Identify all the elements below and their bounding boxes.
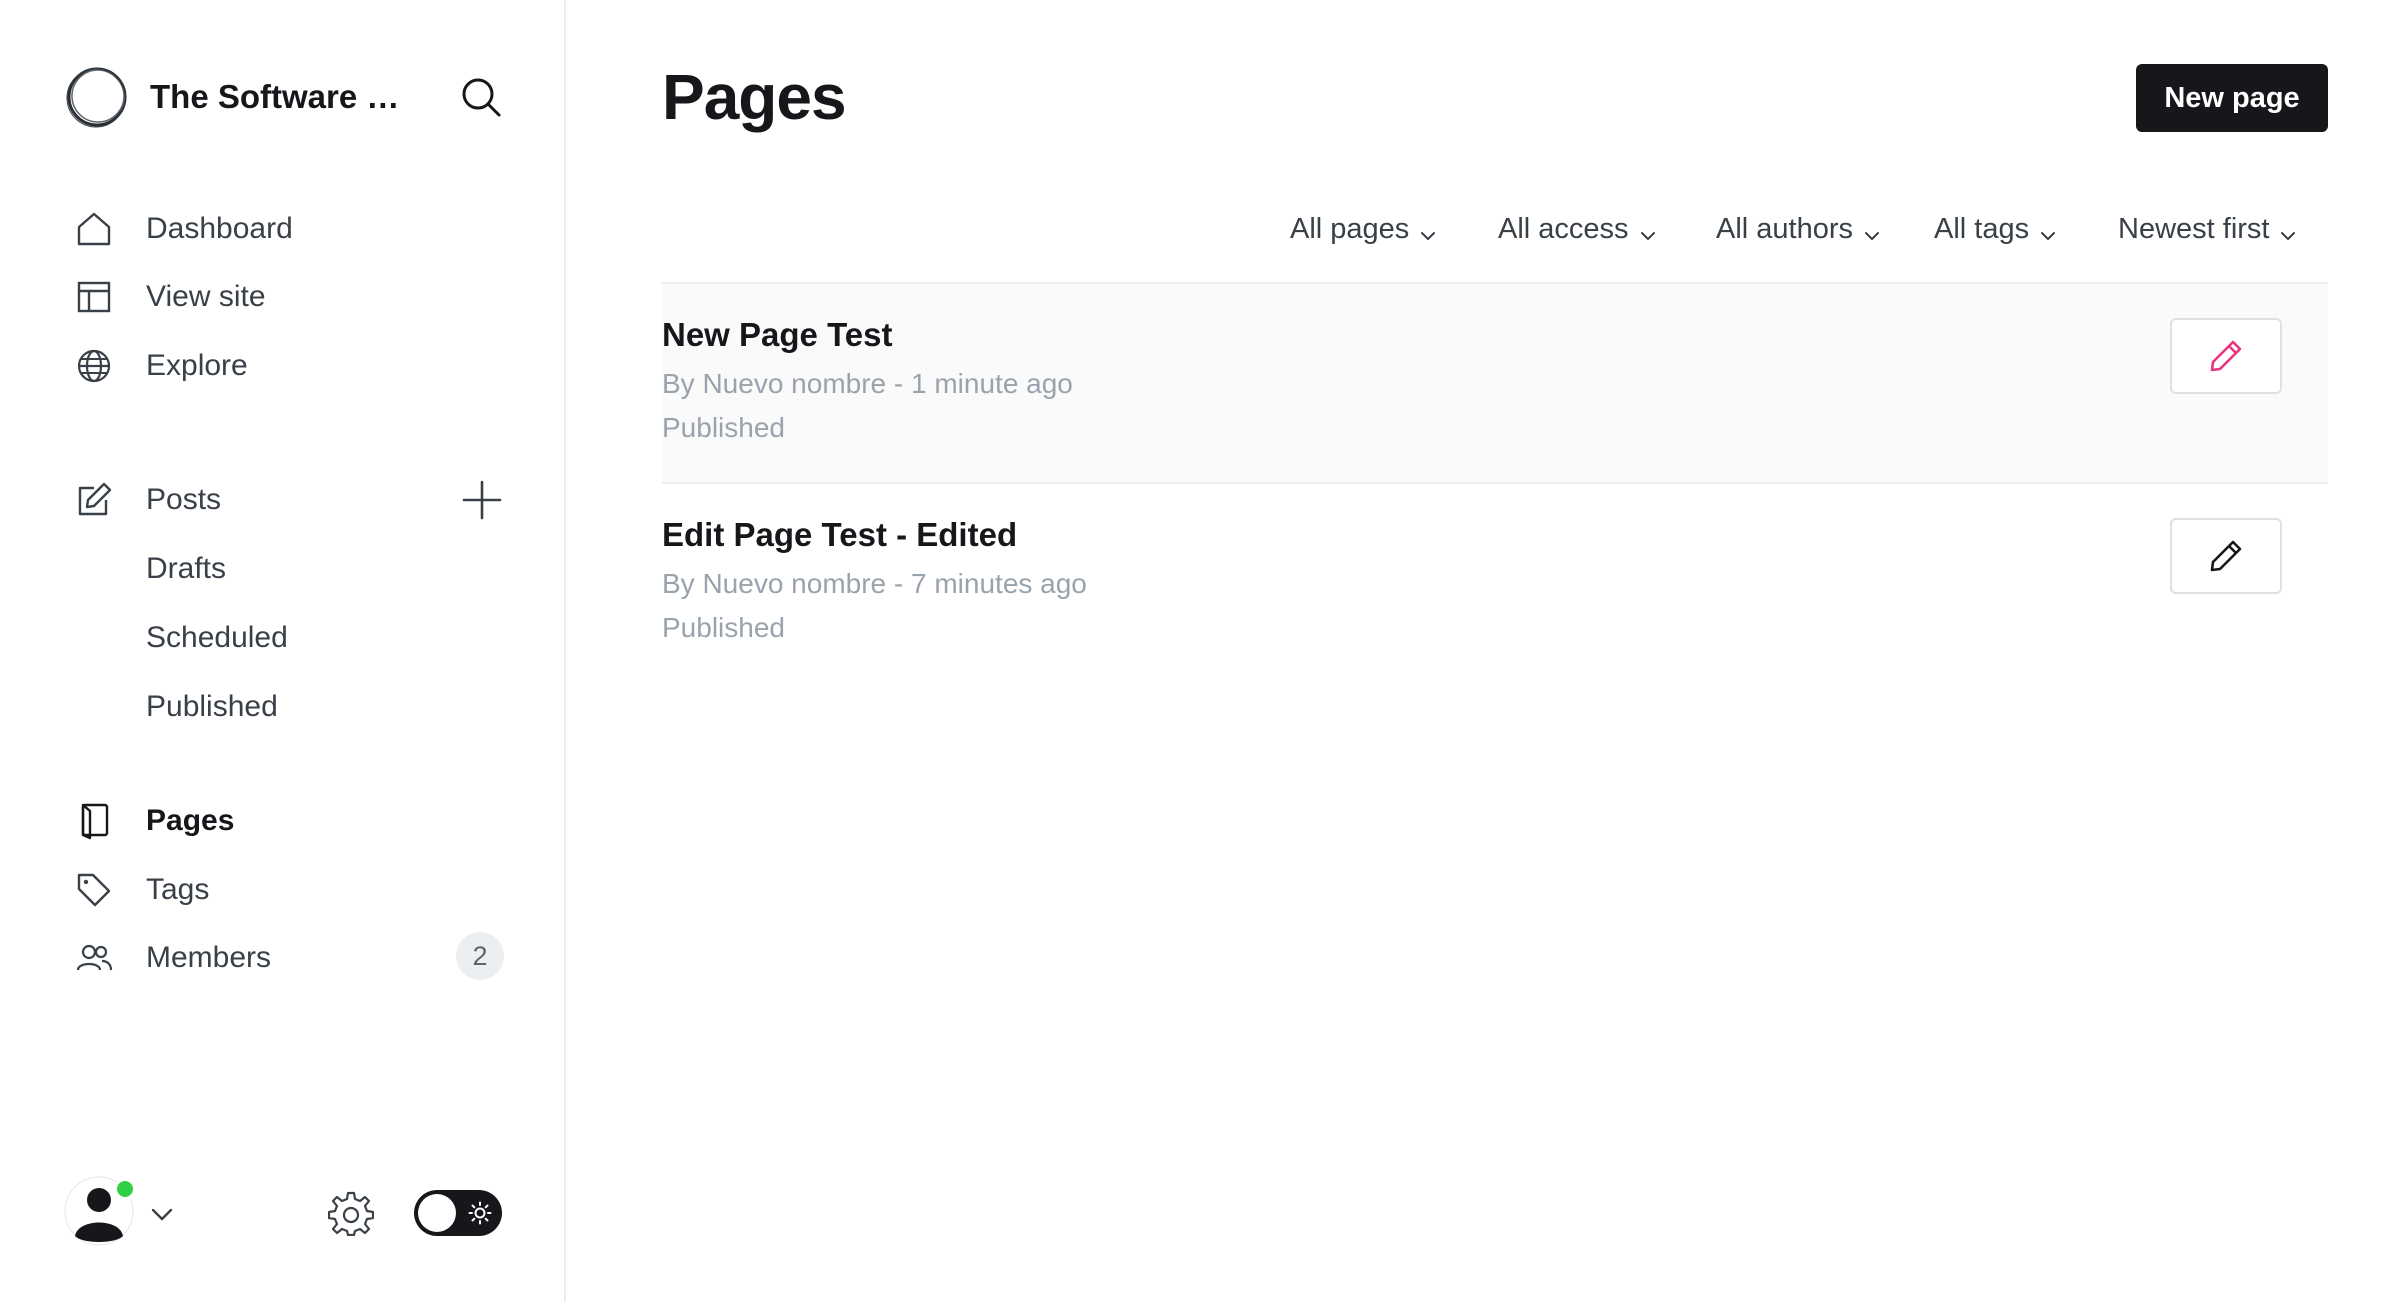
pencil-icon xyxy=(2210,540,2242,572)
filter-access[interactable]: All access xyxy=(1498,204,1657,254)
online-status-dot xyxy=(114,1178,136,1200)
new-page-button[interactable]: New page xyxy=(2136,64,2328,132)
edit-icon xyxy=(74,480,114,520)
filter-label: All tags xyxy=(1934,212,2030,245)
sidebar-item-label: Explore xyxy=(146,349,248,382)
site-brand[interactable]: The Software De... xyxy=(64,64,420,130)
chevron-down-icon xyxy=(1639,220,1657,240)
theme-toggle-knob xyxy=(418,1194,456,1232)
sidebar-item-label: View site xyxy=(146,280,266,313)
filter-type[interactable]: All pages xyxy=(1290,204,1437,254)
filter-order[interactable]: Newest first xyxy=(2118,204,2297,254)
page-item-meta: By Nuevo nombre - 1 minute ago xyxy=(662,368,1073,399)
sidebar-item-posts[interactable]: Posts xyxy=(74,475,221,525)
sun-icon xyxy=(468,1201,492,1225)
list-item[interactable]: Edit Page Test - Edited By Nuevo nombre … xyxy=(662,482,2328,682)
theme-toggle[interactable] xyxy=(414,1190,502,1236)
globe-icon xyxy=(74,346,114,386)
chevron-down-icon xyxy=(1863,220,1881,240)
tag-icon xyxy=(74,870,114,910)
page-item-status: Published xyxy=(662,412,785,443)
sidebar-item-explore[interactable]: Explore xyxy=(74,341,248,391)
pages-list: New Page Test By Nuevo nombre - 1 minute… xyxy=(662,282,2328,682)
site-logo-icon xyxy=(66,67,127,128)
sidebar-item-label: Members xyxy=(146,941,272,974)
chevron-down-icon xyxy=(2039,220,2057,240)
sidebar: The Software De... Dashboard View site E… xyxy=(0,0,566,1302)
settings-button[interactable] xyxy=(327,1190,375,1237)
filter-label: All authors xyxy=(1716,212,1854,245)
sidebar-item-drafts[interactable]: Drafts xyxy=(146,544,226,594)
page-title: Pages xyxy=(662,61,847,133)
sidebar-item-members[interactable]: Members xyxy=(74,933,271,983)
gear-icon xyxy=(327,1191,375,1237)
site-title: The Software De... xyxy=(150,78,420,115)
sidebar-item-scheduled[interactable]: Scheduled xyxy=(146,613,288,663)
page-item-title[interactable]: Edit Page Test - Edited xyxy=(662,516,1017,554)
edit-page-button[interactable] xyxy=(2170,518,2282,594)
pencil-icon xyxy=(2210,340,2242,372)
edit-page-button[interactable] xyxy=(2170,318,2282,394)
search-button[interactable] xyxy=(458,74,504,120)
chevron-down-icon xyxy=(151,1208,173,1221)
filter-label: All pages xyxy=(1290,212,1410,245)
chevron-down-icon xyxy=(1419,220,1437,240)
page-icon xyxy=(74,801,114,841)
sidebar-item-tags[interactable]: Tags xyxy=(74,865,209,915)
plus-icon xyxy=(462,480,502,520)
members-count-badge: 2 xyxy=(456,932,504,980)
members-icon xyxy=(74,938,114,978)
search-icon xyxy=(462,78,501,117)
user-menu-chevron[interactable] xyxy=(148,1200,176,1228)
filter-bar: All pages All access All authors All tag… xyxy=(0,204,2400,254)
add-post-button[interactable] xyxy=(460,478,504,522)
sidebar-item-view-site[interactable]: View site xyxy=(74,272,266,322)
filter-label: Newest first xyxy=(2118,212,2270,245)
page-item-meta: By Nuevo nombre - 7 minutes ago xyxy=(662,568,1087,599)
sidebar-item-pages[interactable]: Pages xyxy=(74,796,234,846)
filter-label: All access xyxy=(1498,212,1629,245)
list-item[interactable]: New Page Test By Nuevo nombre - 1 minute… xyxy=(662,282,2328,482)
sidebar-item-label: Tags xyxy=(146,873,210,906)
layout-icon xyxy=(74,277,114,317)
sidebar-item-label: Pages xyxy=(146,804,235,837)
page-item-title[interactable]: New Page Test xyxy=(662,316,892,354)
sidebar-item-label: Posts xyxy=(146,483,222,516)
filter-authors[interactable]: All authors xyxy=(1716,204,1881,254)
chevron-down-icon xyxy=(2279,220,2297,240)
page-item-status: Published xyxy=(662,612,785,643)
sidebar-item-published[interactable]: Published xyxy=(146,682,278,732)
filter-tags[interactable]: All tags xyxy=(1934,204,2057,254)
